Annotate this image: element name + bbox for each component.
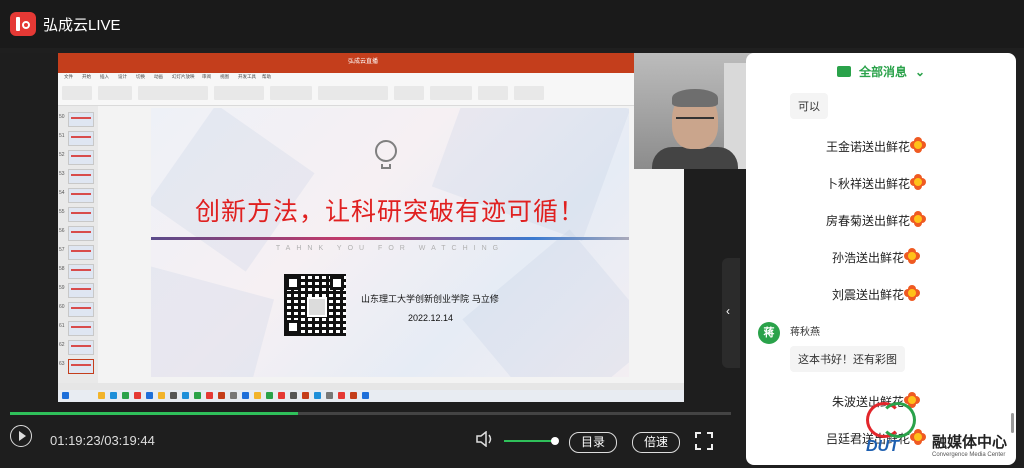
ppt-tab: 设计 [118,74,127,79]
avatar[interactable]: 蒋 [758,322,780,344]
slide-thumbnail [68,302,94,317]
flower-icon [904,285,920,301]
chat-username: 蒋秋燕 [790,327,820,338]
slide-thumbnail [68,150,94,165]
ppt-tab: 帮助 [262,74,271,79]
slide-thumbnail-active [68,359,94,374]
app-name: 弘成云LIVE [43,16,121,34]
thumb-number: 59 [59,285,65,291]
slide-divider [151,237,629,240]
qr-code [284,274,346,336]
volume-icon[interactable] [476,431,496,447]
brand: 弘成云LIVE [10,12,121,36]
current-slide: 创新方法，让科研突破有迹可循！ TAHNK YOU FOR WATCHING 山… [151,108,629,377]
thumb-number: 52 [59,152,65,158]
slide-thumbnail [68,264,94,279]
ppt-tab: 插入 [100,74,109,79]
slide-thumbnail [68,169,94,184]
play-button[interactable] [10,425,32,447]
app-logo-icon [10,12,36,36]
ppt-tab: 视图 [220,74,229,79]
thumb-number: 58 [59,266,65,272]
slide-thumbnail [68,226,94,241]
slide-thumbnail [68,188,94,203]
flower-icon [910,137,926,153]
shared-screen: 弘成云直播 文件 开始 插入 设计 切换 动画 幻灯片放映 审阅 视图 开发工具… [58,53,768,402]
chat-filter-dropdown[interactable]: 全部消息 ⌄ [746,63,1016,80]
ppt-ribbon [58,83,684,106]
time-display: 01:19:23/03:19:44 [50,433,155,448]
gift-message: 王金诺送出鲜花 [826,140,911,154]
flower-icon [910,174,926,190]
thumb-number: 62 [59,342,65,348]
windows-taskbar [58,390,684,402]
ppt-ribbon-tabs: 文件 开始 插入 设计 切换 动画 幻灯片放映 审阅 视图 开发工具 帮助 [58,73,684,83]
video-player[interactable]: 弘成云直播 文件 开始 插入 设计 切换 动画 幻灯片放映 审阅 视图 开发工具… [0,53,768,468]
chevron-left-icon: ‹ [726,304,730,318]
ppt-tab: 审阅 [202,74,211,79]
slide-thumbnail [68,245,94,260]
gift-message: 卜秋祥送出鲜花 [826,177,911,191]
thumb-number: 54 [59,190,65,196]
slide-thumbnail [68,131,94,146]
speed-button[interactable]: 倍速 [632,432,680,453]
slide-thumbnails: 50 51 52 53 54 55 56 57 58 59 60 61 62 6… [58,106,98,384]
title-bar: 弘成云LIVE [0,0,1024,48]
slide-thumbnail [68,207,94,222]
lightbulb-icon [375,140,397,162]
volume-knob[interactable] [551,437,559,445]
ppt-tab: 开发工具 [238,74,256,79]
slide-thumbnail [68,112,94,127]
ppt-window-title: 弘成云直播 [348,59,379,65]
slide-thumbnail [68,321,94,336]
collapse-chat-button[interactable]: ‹ [722,258,740,368]
watermark-name: 融媒体中心 [932,433,1008,451]
thumb-number: 60 [59,304,65,310]
thumb-number: 63 [59,361,65,367]
watermark-logo: DUT 融媒体中心 Convergence Media Center [862,400,1022,464]
slide-thumbnail [68,283,94,298]
ppt-title-bar: 弘成云直播 [58,53,684,73]
thumb-number: 56 [59,228,65,234]
progress-fill [10,412,299,415]
chat-message: 可以 [790,93,828,119]
catalog-button[interactable]: 目录 [569,432,617,453]
slide-date: 2022.12.14 [408,313,454,323]
thumb-number: 55 [59,209,65,215]
slide-subtitle: TAHNK YOU FOR WATCHING [275,245,505,252]
ppt-tab: 幻灯片放映 [172,74,195,79]
flower-icon [910,211,926,227]
fullscreen-icon[interactable] [695,432,713,450]
gift-message: 孙浩送出鲜花 [832,251,905,265]
gift-message: 刘震送出鲜花 [832,288,905,302]
chevron-down-icon: ⌄ [914,65,926,79]
ppt-tab: 开始 [82,74,91,79]
ppt-tab: 动画 [154,74,163,79]
slide-thumbnail [68,340,94,355]
thumb-number: 50 [59,114,65,120]
chat-message: 这本书好！还有彩图 [790,346,905,372]
chat-bubble-icon [836,66,851,77]
thumb-number: 51 [59,133,65,139]
watermark-en: Convergence Media Center [932,452,1006,458]
slide-title: 创新方法，让科研突破有迹可循！ [194,197,585,226]
thumb-number: 57 [59,247,65,253]
watermark-dut: DUT [866,438,899,455]
lightbulb-base-icon [381,164,391,169]
thumb-number: 53 [59,171,65,177]
thumb-number: 61 [59,323,65,329]
ppt-status-bar [58,383,684,390]
gift-message: 房春菊送出鲜花 [826,214,911,228]
ppt-tab: 切换 [136,74,145,79]
progress-bar[interactable] [10,412,731,415]
chat-filter-label: 全部消息 [858,65,907,79]
flower-icon [904,248,920,264]
slide-institution: 山东理工大学创新创业学院 马立修 [361,295,499,305]
ppt-tab: 文件 [64,74,73,79]
volume-slider[interactable] [504,440,554,442]
